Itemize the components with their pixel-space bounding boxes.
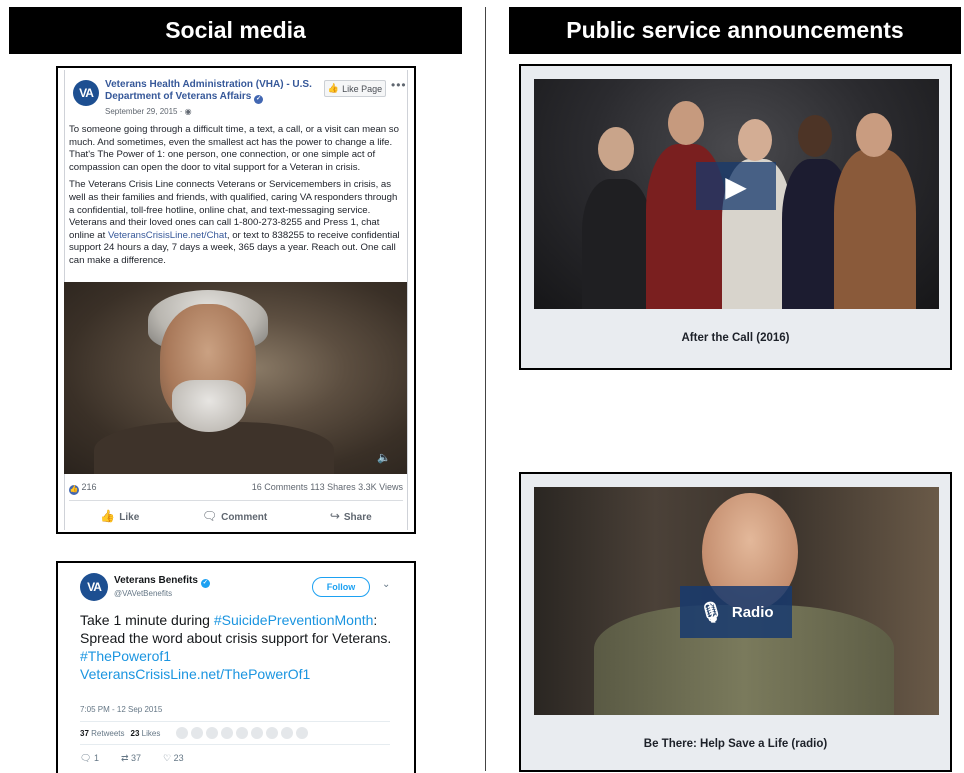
video-figure-beard — [172, 380, 246, 432]
twitter-account-name-text[interactable]: Veterans Benefits — [114, 575, 198, 586]
verified-badge-icon: ✓ — [200, 579, 210, 588]
facebook-post-date[interactable]: September 29, 2015 · ◉ — [105, 107, 192, 116]
va-logo-avatar[interactable]: VA — [80, 573, 108, 601]
liker-avatar[interactable] — [176, 727, 189, 739]
hashtag-the-power-of-1[interactable]: #ThePowerof1 — [80, 648, 171, 664]
reply-button[interactable]: 🗨 1 — [80, 753, 99, 764]
twitter-post: VA Veterans Benefits ✓ @VAVetBenefits Fo… — [56, 561, 416, 773]
likes-count[interactable]: 216 — [82, 482, 97, 492]
verified-badge-icon: ✓ — [254, 95, 264, 104]
facebook-post-paragraph: The Veterans Crisis Line connects Vetera… — [69, 179, 405, 267]
likes-stat[interactable]: 23 Likes — [131, 729, 161, 738]
psa-video-card-after-the-call: ▶ After the Call (2016) — [519, 64, 952, 370]
likes-label: Likes — [141, 728, 161, 738]
play-button-icon[interactable]: ▶ — [696, 162, 776, 210]
chevron-down-icon[interactable]: ⌄ — [382, 579, 390, 590]
retweets-label: Retweets — [91, 728, 125, 738]
reply-count: 1 — [93, 753, 99, 763]
facebook-post-body: VA Veterans Health Administration (VHA) … — [64, 70, 408, 530]
liker-avatar[interactable] — [251, 727, 264, 739]
comment-button[interactable]: 🗨 Comment — [202, 509, 267, 523]
hashtag-suicide-prevention-month[interactable]: #SuicidePreventionMonth — [214, 612, 374, 628]
radio-label: Radio — [731, 603, 774, 621]
facebook-post-paragraph: To someone going through a difficult tim… — [69, 124, 399, 173]
liker-avatar[interactable] — [296, 727, 309, 739]
radio-play-button[interactable]: 🎙 Radio — [680, 586, 792, 638]
liker-avatar[interactable] — [236, 727, 249, 739]
thumbs-up-icon: 👍 — [100, 508, 116, 523]
crisis-line-chat-link[interactable]: VeteransCrisisLine.net/Chat — [108, 230, 227, 241]
tweet-text: Take 1 minute during #SuicidePreventionM… — [80, 611, 400, 683]
engagement-stats[interactable]: 16 Comments 113 Shares 3.3K Views — [252, 482, 403, 492]
section-header-psa: Public service announcements — [509, 7, 961, 54]
share-button-label: Share — [343, 511, 372, 523]
section-header-social-media: Social media — [9, 7, 462, 54]
like-page-button[interactable]: 👍 Like Page — [324, 80, 386, 97]
volume-icon[interactable]: 🔈 — [377, 451, 391, 464]
facebook-post-date-text[interactable]: September 29, 2015 · — [105, 107, 185, 116]
video-figure — [582, 179, 652, 309]
liker-avatars — [176, 727, 309, 739]
like-count: 23 — [173, 753, 184, 763]
follow-button[interactable]: Follow — [312, 577, 370, 597]
like-heart-button[interactable]: ♡ 23 — [163, 753, 184, 764]
share-button[interactable]: ↪ Share — [330, 509, 372, 523]
video-figure-head — [798, 115, 832, 157]
more-options-icon[interactable]: ••• — [391, 78, 407, 92]
facebook-page-name[interactable]: Veterans Health Administration (VHA) - U… — [105, 79, 315, 104]
psa-video-caption[interactable]: Be There: Help Save a Life (radio) — [521, 738, 950, 750]
tweet-engagement-bar: 37 Retweets 23 Likes — [80, 721, 390, 745]
liker-avatar[interactable] — [206, 727, 219, 739]
globe-icon: ◉ — [184, 107, 192, 116]
like-button[interactable]: 👍 Like — [100, 509, 139, 523]
liker-avatar[interactable] — [281, 727, 294, 739]
column-divider — [485, 7, 486, 771]
like-button-label: Like — [119, 511, 140, 523]
retweets-count: 37 — [80, 728, 89, 738]
twitter-account-name[interactable]: Veterans Benefits ✓ — [114, 575, 210, 588]
reply-icon: 🗨 — [80, 753, 92, 763]
power-of-1-link[interactable]: VeteransCrisisLine.net/ThePowerOf1 — [80, 666, 310, 682]
retweet-button[interactable]: ⇄ 37 — [121, 753, 141, 764]
share-arrow-icon: ↪ — [329, 508, 340, 523]
retweet-icon: ⇄ — [120, 753, 129, 763]
facebook-video-player[interactable]: 🔈 — [64, 282, 407, 474]
psa-radio-player[interactable]: 🎙 Radio — [534, 487, 939, 715]
video-figure-head — [738, 119, 772, 161]
retweets-stat[interactable]: 37 Retweets — [80, 729, 125, 738]
liker-avatar[interactable] — [221, 727, 234, 739]
like-reaction-icon: 👍 — [69, 485, 79, 495]
heart-icon: ♡ — [163, 753, 172, 763]
like-page-label: Like Page — [342, 83, 383, 94]
thumbs-up-icon: 👍 — [327, 83, 340, 93]
likes-count: 23 — [130, 728, 140, 738]
psa-video-player[interactable]: ▶ — [534, 79, 939, 309]
video-figure-head — [856, 113, 892, 157]
video-figure — [834, 149, 916, 309]
twitter-handle[interactable]: @VAVetBenefits — [114, 589, 172, 598]
facebook-post: VA Veterans Health Administration (VHA) … — [56, 66, 416, 534]
video-figure-head — [598, 127, 634, 171]
psa-video-card-be-there: 🎙 Radio Be There: Help Save a Life (radi… — [519, 472, 952, 772]
facebook-action-bar: 👍 Like 🗨 Comment ↪ Share — [69, 500, 403, 530]
facebook-stats-bar: 👍 216 16 Comments 113 Shares 3.3K Views — [69, 482, 403, 495]
comment-button-label: Comment — [221, 511, 268, 523]
liker-avatar[interactable] — [266, 727, 279, 739]
va-logo-avatar[interactable]: VA — [73, 80, 99, 106]
facebook-post-text: To someone going through a difficult tim… — [69, 124, 405, 273]
tweet-text-segment: Take 1 minute during — [80, 612, 214, 628]
retweet-count: 37 — [131, 753, 142, 763]
tweet-action-bar: 🗨 1 ⇄ 37 ♡ 23 — [80, 753, 280, 764]
video-figure-head — [668, 101, 704, 145]
liker-avatar[interactable] — [191, 727, 204, 739]
facebook-page-name-text[interactable]: Veterans Health Administration (VHA) - U… — [105, 79, 312, 102]
tweet-timestamp[interactable]: 7:05 PM - 12 Sep 2015 — [80, 705, 162, 714]
microphone-icon: 🎙 — [698, 601, 724, 624]
psa-video-caption[interactable]: After the Call (2016) — [521, 332, 950, 344]
comment-icon: 🗨 — [201, 508, 218, 523]
